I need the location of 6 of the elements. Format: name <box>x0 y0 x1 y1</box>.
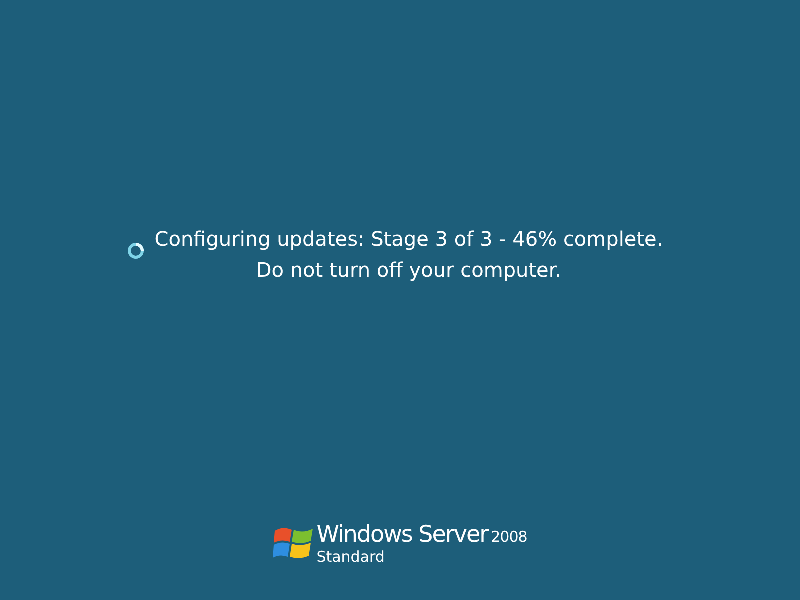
status-message: Do not turn off your computer. <box>256 257 562 284</box>
product-version: 2008 <box>491 528 528 546</box>
product-edition: Standard <box>316 549 386 566</box>
product-name: Windows Server <box>316 521 488 549</box>
status-message: Configuring updates: Stage 3 of 3 - 46% complete. <box>154 226 664 253</box>
spinner-icon <box>126 242 145 260</box>
